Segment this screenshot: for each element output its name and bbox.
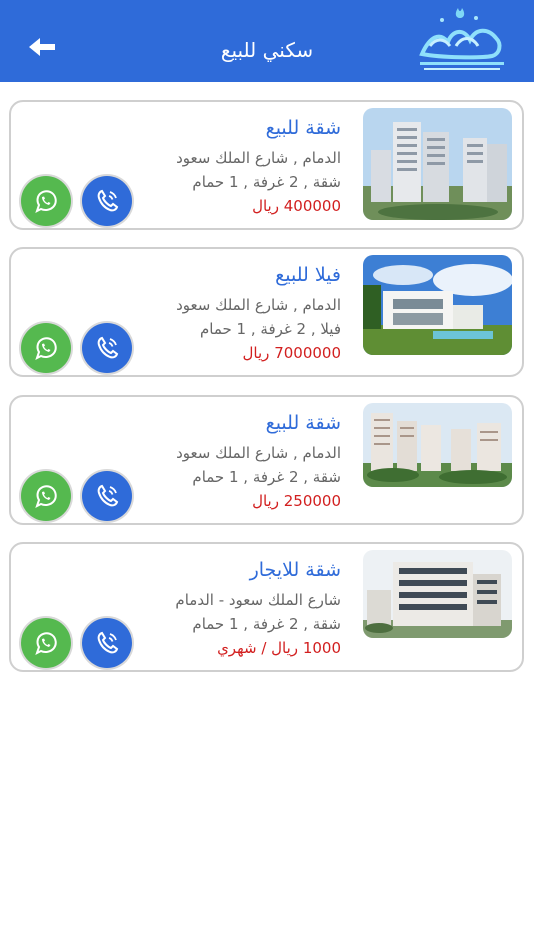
- phone-icon: [97, 631, 119, 654]
- listing-card[interactable]: فيلا للبيع الدمام , شارع الملك سعود فيلا…: [9, 247, 524, 377]
- call-button[interactable]: [82, 471, 132, 521]
- whatsapp-icon: [35, 485, 57, 508]
- whatsapp-button[interactable]: [21, 176, 71, 226]
- listing-card[interactable]: شقة للبيع الدمام , شارع الملك سعود شقة ,…: [9, 100, 524, 230]
- phone-icon: [97, 336, 119, 359]
- listing-card[interactable]: شقة للايجار شارع الملك سعود - الدمام شقة…: [9, 542, 524, 672]
- listing-location: شارع الملك سعود - الدمام: [175, 591, 341, 609]
- apartment-building-icon: [363, 550, 512, 638]
- villa-icon: [363, 255, 512, 355]
- call-button[interactable]: [82, 323, 132, 373]
- whatsapp-icon: [35, 337, 57, 360]
- tower-block-icon: [363, 108, 512, 220]
- tower-cluster-icon: [363, 403, 512, 487]
- listing-title[interactable]: شقة للبيع: [41, 409, 341, 437]
- listing-thumbnail: [363, 108, 512, 220]
- listing-thumbnail: [363, 403, 512, 487]
- whatsapp-button[interactable]: [21, 471, 71, 521]
- listing-card[interactable]: شقة للبيع الدمام , شارع الملك سعود شقة ,…: [9, 395, 524, 525]
- listing-location: الدمام , شارع الملك سعود: [176, 296, 341, 314]
- listing-thumbnail: [363, 550, 512, 638]
- listing-location: الدمام , شارع الملك سعود: [176, 444, 341, 462]
- listing-title[interactable]: فيلا للبيع: [41, 261, 341, 289]
- listing-location: الدمام , شارع الملك سعود: [176, 149, 341, 167]
- listing-title[interactable]: شقة للايجار: [41, 556, 341, 584]
- whatsapp-icon: [35, 190, 57, 213]
- phone-icon: [97, 189, 119, 212]
- listing-title[interactable]: شقة للبيع: [41, 114, 341, 142]
- call-button[interactable]: [82, 618, 132, 668]
- whatsapp-button[interactable]: [21, 618, 71, 668]
- app-header: سكني للبيع: [0, 0, 534, 82]
- whatsapp-button[interactable]: [21, 323, 71, 373]
- company-logo: [412, 6, 512, 74]
- call-button[interactable]: [82, 176, 132, 226]
- listing-thumbnail: [363, 255, 512, 355]
- phone-icon: [97, 484, 119, 507]
- whatsapp-icon: [35, 632, 57, 655]
